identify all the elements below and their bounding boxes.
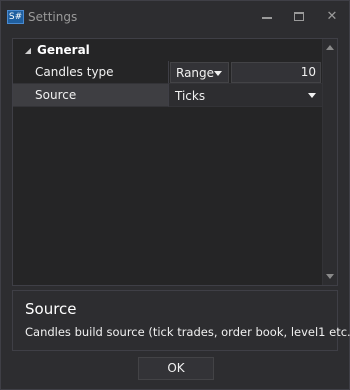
chevron-down-icon[interactable] [308, 93, 316, 98]
property-value: Range 10 [168, 61, 322, 84]
app-icon: S# [7, 10, 24, 24]
minimize-icon [262, 17, 272, 19]
property-row-candles-type[interactable]: Candles type Range 10 [13, 61, 322, 84]
close-icon: ✕ [326, 8, 338, 24]
vertical-scrollbar[interactable] [322, 39, 337, 285]
combo-selected-value: Range [176, 65, 215, 80]
collapse-triangle-icon[interactable]: ◢ [13, 46, 33, 55]
property-name: Source [13, 84, 168, 107]
settings-window: S# Settings ✕ ◢ General Candles type Ran… [0, 0, 350, 390]
close-button[interactable]: ✕ [320, 5, 344, 27]
maximize-button[interactable] [287, 5, 311, 27]
property-name: Candles type [13, 61, 168, 84]
candles-type-combo[interactable]: Range [170, 62, 229, 83]
description-panel: Source Candles build source (tick trades… [12, 290, 350, 351]
ok-button[interactable]: OK [138, 357, 214, 380]
scroll-up-icon[interactable] [326, 45, 334, 50]
minimize-button[interactable] [255, 5, 279, 27]
window-title: Settings [28, 10, 78, 24]
property-grid-rows: ◢ General Candles type Range 10 Source T… [13, 39, 322, 285]
description-text: Candles build source (tick trades, order… [25, 325, 350, 339]
candles-arg-input[interactable]: 10 [231, 62, 321, 83]
maximize-icon [294, 11, 304, 21]
source-combo[interactable]: Ticks [170, 85, 322, 106]
title-bar[interactable]: S# Settings ✕ [1, 1, 349, 33]
category-general[interactable]: ◢ General [13, 39, 322, 61]
property-row-source[interactable]: Source Ticks [13, 84, 322, 107]
combo-selected-value: Ticks [175, 88, 206, 103]
category-label: General [37, 43, 90, 57]
property-value: Ticks [168, 84, 322, 107]
property-grid: ◢ General Candles type Range 10 Source T… [12, 38, 338, 286]
chevron-down-icon[interactable] [214, 71, 222, 76]
scroll-down-icon[interactable] [326, 274, 334, 279]
description-title: Source [25, 300, 77, 318]
